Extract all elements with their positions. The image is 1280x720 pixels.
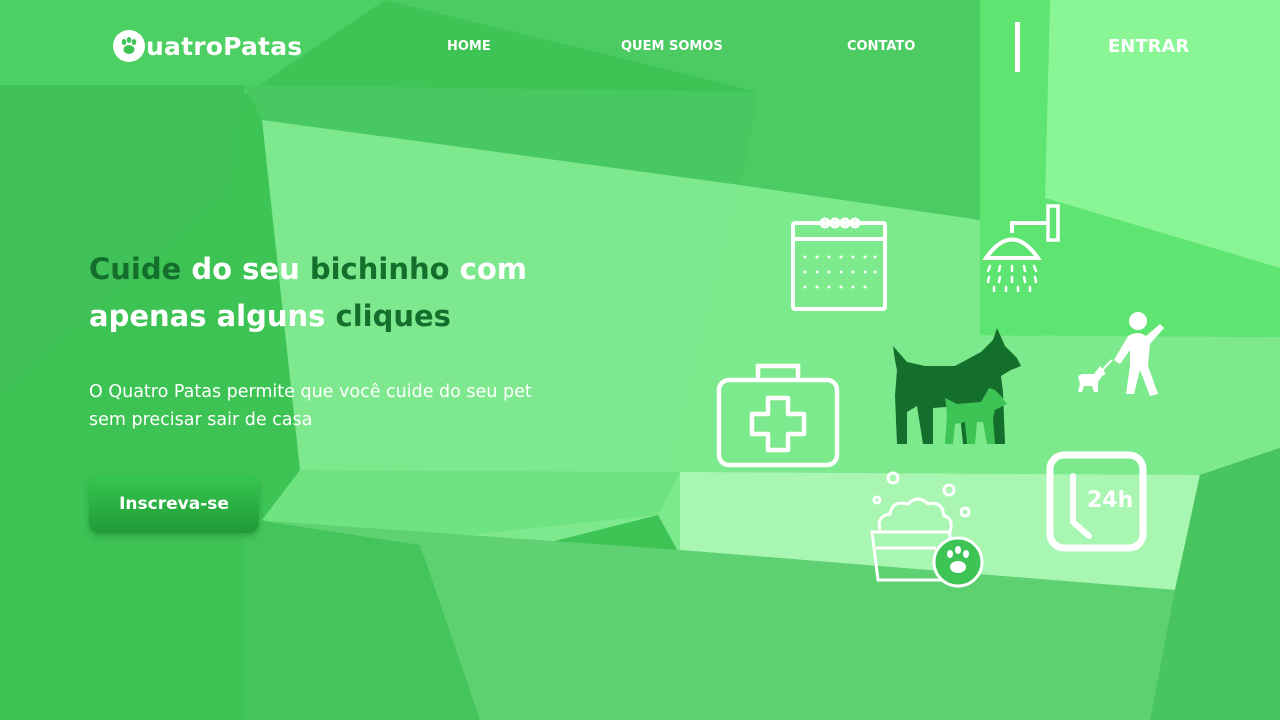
hero-title-highlight-1: Cuide [89,252,182,286]
nav-divider [1015,22,1020,72]
pet-bath-icon [870,471,984,588]
dogs-icon [893,328,1021,444]
hero-title: Cuide do seu bichinho com apenas alguns … [89,246,559,340]
top-navigation: uatroPatas HOME QUEM SOMOS CONTATO ENTRA… [0,0,1280,95]
hero-subtitle: O Quatro Patas permite que você cuide do… [89,382,532,430]
clock-24h-icon: 24h [1046,451,1147,552]
first-aid-kit-icon [716,363,840,468]
signup-button[interactable]: Inscreva-se [89,475,259,533]
calendar-icon [791,217,887,311]
brand-logo[interactable]: uatroPatas [113,30,302,62]
nav-about[interactable]: QUEM SOMOS [621,39,723,54]
shower-icon [982,204,1060,293]
clock-24h-label: 24h [1087,488,1133,513]
hero-title-highlight-3: cliques [335,299,451,333]
nav-contact[interactable]: CONTATO [847,39,915,54]
dog-walker-icon [1078,312,1164,396]
brand-name-rest: uatroPatas [146,31,303,61]
hero-title-text-1: do seu [181,252,310,286]
hero-title-highlight-2: bichinho [309,252,450,286]
nav-home[interactable]: HOME [447,39,491,54]
paw-icon [113,30,145,62]
login-link[interactable]: ENTRAR [1108,36,1189,57]
